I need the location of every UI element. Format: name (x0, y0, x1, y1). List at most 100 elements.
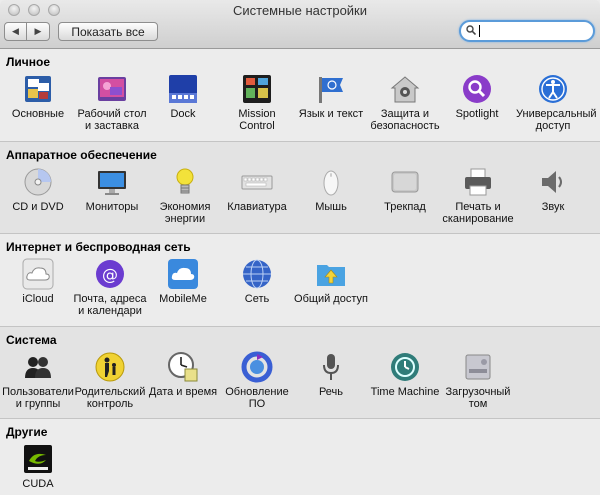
pref-mission-control[interactable]: Mission Control (220, 73, 294, 132)
pref-security[interactable]: Защита и безопасность (368, 73, 442, 132)
pref-mouse[interactable]: Мышь (294, 166, 368, 213)
system-preferences-window: Системные настройки ◀ ▶ Показать все Лич… (0, 0, 600, 495)
software-update-icon (241, 351, 273, 383)
security-icon (390, 76, 420, 103)
pref-trackpad[interactable]: Трекпад (368, 166, 442, 213)
item-label: Почта, адреса и календари (73, 293, 147, 317)
pref-network[interactable]: Сеть (220, 258, 294, 305)
item-label: Общий доступ (294, 293, 368, 305)
section-system: Система Пользователи и группы Родительск… (0, 327, 600, 419)
pref-cd-dvd[interactable]: CD и DVD (1, 166, 75, 213)
pref-parental-controls[interactable]: Родительский контроль (73, 351, 147, 410)
accessibility-icon (539, 75, 567, 103)
item-label: Обновление ПО (225, 386, 289, 410)
pref-speech[interactable]: Речь (294, 351, 368, 398)
section-title: Интернет и беспроводная сеть (6, 240, 191, 254)
mobileme-icon (168, 259, 198, 289)
item-label: Time Machine (370, 386, 440, 398)
item-label: Речь (318, 386, 344, 398)
pref-date-time[interactable]: Дата и время (146, 351, 220, 398)
show-all-button[interactable]: Показать все (58, 22, 158, 41)
pref-spotlight[interactable]: Spotlight (440, 73, 514, 120)
item-label: Родительский контроль (74, 386, 146, 410)
window-title: Системные настройки (232, 3, 368, 18)
icloud-icon (22, 258, 54, 290)
time-machine-icon (391, 353, 419, 381)
pref-print-scan[interactable]: Печать и сканирование (441, 166, 515, 225)
mail-icon: @ (96, 260, 124, 288)
cd-dvd-icon (24, 168, 52, 196)
sound-icon (542, 171, 562, 193)
speech-icon (323, 354, 339, 380)
spotlight-icon (463, 75, 491, 103)
cuda-icon (24, 445, 52, 473)
item-label: Дата и время (148, 386, 218, 398)
pref-keyboard[interactable]: Клавиатура (220, 166, 294, 213)
section-items: Основные Рабочий стол и заставка Dock Mi… (0, 73, 600, 139)
item-label: Mission Control (238, 108, 276, 132)
item-label: Звук (541, 201, 565, 213)
search-field[interactable] (459, 20, 595, 42)
keyboard-icon (241, 175, 273, 190)
sharing-icon (317, 265, 345, 286)
pref-general[interactable]: Основные (1, 73, 75, 120)
pref-icloud[interactable]: iCloud (1, 258, 75, 305)
pref-language[interactable]: Язык и текст (294, 73, 368, 120)
network-icon (243, 259, 271, 289)
general-icon (25, 76, 51, 102)
item-label: Язык и текст (298, 108, 364, 120)
pref-displays[interactable]: Мониторы (75, 166, 149, 213)
back-button[interactable]: ◀ (4, 22, 27, 41)
forward-button[interactable]: ▶ (27, 22, 50, 41)
section-items: iCloud @ Почта, адреса и календари Mobil… (0, 258, 600, 324)
section-title: Личное (6, 55, 51, 69)
energy-icon (176, 168, 194, 194)
pref-mail-contacts[interactable]: @ Почта, адреса и календари (73, 258, 147, 317)
printer-icon (465, 168, 491, 196)
startup-disk-icon (465, 354, 491, 380)
pref-users-groups[interactable]: Пользователи и группы (1, 351, 75, 410)
item-label: Пользователи и группы (2, 386, 74, 410)
section-title: Система (6, 333, 57, 347)
pref-dock[interactable]: Dock (146, 73, 220, 120)
item-label: Рабочий стол и заставка (77, 108, 147, 132)
forward-arrow-icon: ▶ (34, 26, 42, 36)
pref-startup-disk[interactable]: Загрузочный том (441, 351, 515, 410)
svg-text:@: @ (102, 265, 118, 284)
item-label: Сеть (244, 293, 270, 305)
mouse-icon (323, 170, 339, 196)
item-label: Мониторы (85, 201, 139, 213)
parental-icon (95, 352, 125, 382)
pref-sharing[interactable]: Общий доступ (294, 258, 368, 305)
item-label: Печать и сканирование (442, 201, 514, 225)
text-caret (479, 25, 480, 37)
pref-energy-saver[interactable]: Экономия энергии (148, 166, 222, 225)
pref-sound[interactable]: Звук (516, 166, 590, 213)
pref-desktop[interactable]: Рабочий стол и заставка (75, 73, 149, 132)
pref-mobileme[interactable]: MobileMe (146, 258, 220, 305)
item-label: Защита и безопасность (370, 108, 440, 132)
item-label: Экономия энергии (159, 201, 211, 225)
pref-software-update[interactable]: Обновление ПО (220, 351, 294, 410)
search-icon (466, 25, 476, 35)
item-label: Spotlight (455, 108, 499, 120)
section-internet: Интернет и беспроводная сеть iCloud @ По… (0, 234, 600, 327)
item-label: CUDA (22, 478, 54, 490)
mission-control-icon (243, 75, 271, 103)
item-label: Трекпад (384, 201, 426, 213)
pref-accessibility[interactable]: Универсальный доступ (516, 73, 597, 132)
item-label: Универсальный доступ (516, 108, 597, 132)
section-title: Аппаратное обеспечение (6, 148, 157, 162)
toolbar: Системные настройки ◀ ▶ Показать все (0, 0, 600, 49)
dock-icon (169, 75, 197, 103)
pref-cuda[interactable]: CUDA (1, 443, 75, 490)
item-label: Клавиатура (227, 201, 287, 213)
section-personal: Личное Основные Рабочий стол и заставка (0, 49, 600, 142)
navigation-buttons: ◀ ▶ (4, 22, 50, 41)
section-other: Другие CUDA (0, 419, 600, 495)
pref-time-machine[interactable]: Time Machine (368, 351, 442, 398)
users-icon (25, 357, 51, 378)
section-items: CUDA (0, 443, 600, 495)
displays-icon (98, 171, 126, 195)
section-hardware: Аппаратное обеспечение CD и DVD Мониторы (0, 142, 600, 234)
